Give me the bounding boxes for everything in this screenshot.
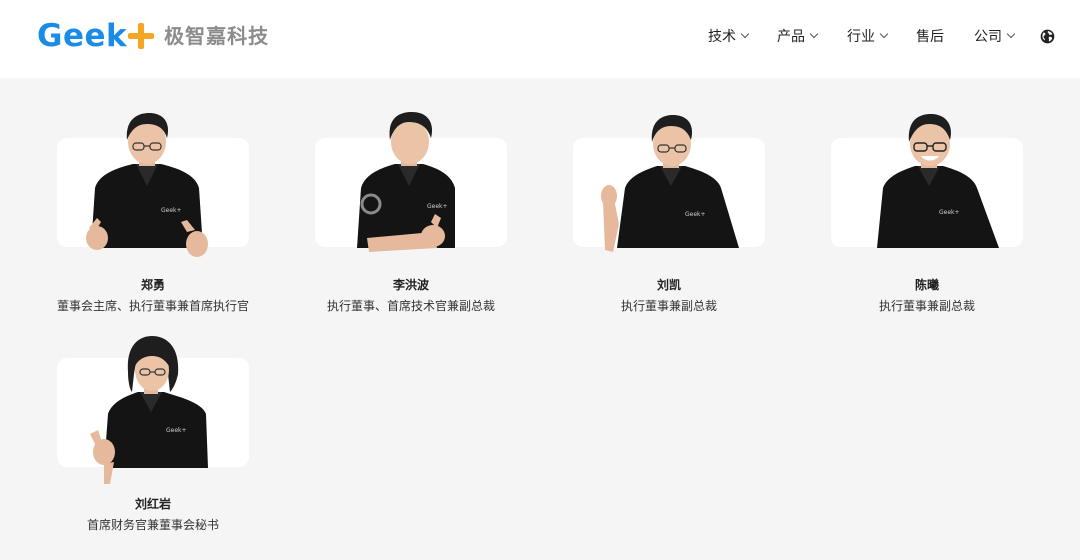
team-member-name: 郑勇 — [140, 278, 165, 292]
team-member-title: 执行董事兼副总裁 — [878, 299, 975, 313]
geek-plus-logo[interactable]: Geek 极智嘉科技 — [37, 20, 269, 52]
portrait-liu-hongyan: Geek+ — [90, 336, 208, 484]
portrait-li-hongbo: Geek+ — [357, 112, 455, 252]
chevron-down-icon — [809, 29, 819, 39]
shirt-logo: Geek+ — [939, 209, 960, 216]
globe-icon[interactable] — [1040, 29, 1055, 44]
nav-label: 技术 — [708, 29, 736, 45]
shirt-logo: Geek+ — [427, 203, 448, 210]
team-member-title: 首席财务官兼董事会秘书 — [86, 518, 219, 532]
chevron-down-icon — [740, 29, 750, 39]
nav-item-industries[interactable]: 行业 — [847, 26, 889, 46]
team-member-title: 执行董事兼副总裁 — [620, 299, 717, 313]
portrait-liu-kai: Geek+ — [601, 115, 739, 252]
nav-item-products[interactable]: 产品 — [777, 26, 819, 46]
nav-label: 行业 — [847, 29, 875, 45]
team-member-name: 刘红岩 — [134, 497, 171, 511]
logo-chinese-name: 极智嘉科技 — [164, 24, 270, 48]
site-header: Geek 极智嘉科技 技术 产品 行业 售后 公司 — [0, 0, 1080, 78]
nav-label: 售后 — [916, 29, 944, 45]
chevron-down-icon — [1006, 29, 1016, 39]
logo-wordmark: Geek — [37, 18, 128, 54]
team-member-title: 执行董事、首席技术官兼副总裁 — [326, 299, 495, 313]
team-member-title: 董事会主席、执行董事兼首席执行官 — [56, 299, 249, 313]
portrait-chen-xi: Geek+ — [877, 114, 999, 248]
team-member-name: 刘凯 — [656, 278, 681, 292]
team-member-name: 李洪波 — [392, 278, 429, 292]
shirt-logo: Geek+ — [161, 207, 182, 214]
logo-plus-icon — [128, 23, 155, 49]
nav-label: 公司 — [974, 29, 1002, 45]
nav-label: 产品 — [777, 29, 805, 45]
portrait-zheng-yong: Geek+ — [86, 113, 208, 257]
shirt-logo: Geek+ — [685, 211, 706, 218]
nav-item-company[interactable]: 公司 — [974, 26, 1016, 46]
shirt-logo: Geek+ — [166, 427, 187, 434]
team-member-name: 陈曦 — [914, 278, 939, 292]
nav-item-after-sales[interactable]: 售后 — [916, 26, 944, 46]
nav-item-technology[interactable]: 技术 — [708, 26, 750, 46]
chevron-down-icon — [879, 29, 889, 39]
